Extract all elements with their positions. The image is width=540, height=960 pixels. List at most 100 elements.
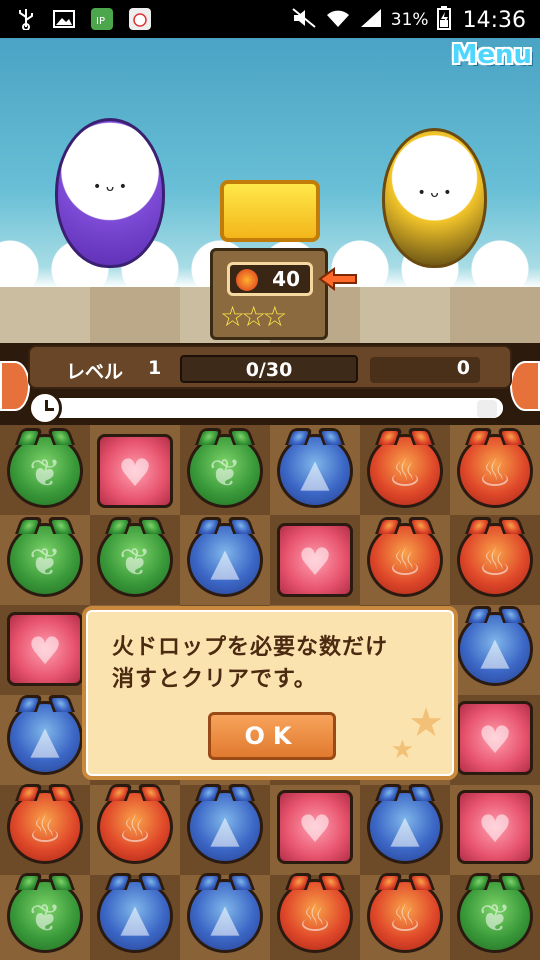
cat-app-icon bbox=[128, 7, 152, 31]
board-cell[interactable]: ▲ bbox=[180, 514, 270, 603]
fire-drop[interactable]: ♨ bbox=[367, 434, 443, 508]
fire-drop[interactable]: ♨ bbox=[277, 879, 353, 953]
fire-drop[interactable]: ♨ bbox=[7, 790, 83, 864]
board-cell[interactable]: ♥ bbox=[450, 692, 540, 781]
wood-drop[interactable]: ❦ bbox=[7, 879, 83, 953]
heart-drop[interactable]: ♥ bbox=[457, 790, 533, 864]
board-cell[interactable]: ♨ bbox=[360, 514, 450, 603]
wood-drop[interactable]: ❦ bbox=[457, 879, 533, 953]
water-drop-icon: ▲ bbox=[480, 629, 510, 673]
battery-percent: 31% bbox=[390, 10, 429, 30]
board-cell[interactable]: ♥ bbox=[0, 603, 90, 692]
dialog-message-line2: 消すとクリアです。 bbox=[112, 667, 317, 692]
svg-text:IP: IP bbox=[96, 16, 105, 27]
water-drop[interactable]: ▲ bbox=[277, 434, 353, 508]
board-cell[interactable]: ❦ bbox=[450, 870, 540, 959]
water-drop[interactable]: ▲ bbox=[457, 612, 533, 686]
fire-drop[interactable]: ♨ bbox=[457, 434, 533, 508]
water-drop-icon: ▲ bbox=[390, 807, 420, 851]
board-cell[interactable]: ♨ bbox=[270, 870, 360, 959]
wood-drop-icon: ❦ bbox=[29, 451, 61, 495]
water-drop-icon: ▲ bbox=[120, 896, 150, 940]
neon-star-icon: ☆☆☆ bbox=[220, 300, 287, 333]
fire-drop-icon: ♨ bbox=[297, 896, 333, 940]
heart-drop-icon: ♥ bbox=[27, 629, 63, 673]
ip-app-icon: IP bbox=[90, 7, 114, 31]
heart-drop[interactable]: ♥ bbox=[277, 790, 353, 864]
board-cell[interactable]: ♨ bbox=[360, 870, 450, 959]
board-cell[interactable]: ❦ bbox=[0, 425, 90, 514]
water-drop[interactable]: ▲ bbox=[187, 879, 263, 953]
fire-drop-icon: ♨ bbox=[387, 896, 423, 940]
wood-drop[interactable]: ❦ bbox=[7, 434, 83, 508]
board-cell[interactable]: ▲ bbox=[180, 781, 270, 870]
fire-drop[interactable]: ♨ bbox=[367, 879, 443, 953]
fire-drop-icon: ♨ bbox=[387, 540, 423, 584]
board-cell[interactable]: ▲ bbox=[0, 692, 90, 781]
board-cell[interactable]: ▲ bbox=[360, 781, 450, 870]
board-cell[interactable]: ♨ bbox=[360, 425, 450, 514]
heart-drop-icon: ♥ bbox=[117, 451, 153, 495]
water-drop-icon: ▲ bbox=[30, 718, 60, 762]
water-drop[interactable]: ▲ bbox=[97, 879, 173, 953]
fire-drop-icon: ♨ bbox=[117, 807, 153, 851]
heart-drop[interactable]: ♥ bbox=[97, 434, 173, 508]
water-drop[interactable]: ▲ bbox=[7, 701, 83, 775]
board-cell[interactable]: ♨ bbox=[450, 514, 540, 603]
character-face-icon: • ᴗ • bbox=[93, 178, 127, 195]
board-cell[interactable]: ❦ bbox=[180, 425, 270, 514]
board-cell[interactable]: ♨ bbox=[450, 425, 540, 514]
heart-drop[interactable]: ♥ bbox=[457, 701, 533, 775]
dialog-message: 火ドロップを必要な数だけ 消すとクリアです。 bbox=[112, 632, 442, 696]
fire-drop-icon bbox=[236, 269, 258, 291]
board-cell[interactable]: ♨ bbox=[0, 781, 90, 870]
board-cell[interactable]: ♥ bbox=[90, 425, 180, 514]
status-bar: IP 31% 14:36 bbox=[0, 0, 540, 38]
fire-drop-icon: ♨ bbox=[27, 807, 63, 851]
wood-drop[interactable]: ❦ bbox=[187, 434, 263, 508]
arrow-left-icon bbox=[318, 267, 357, 291]
menu-button[interactable]: Menu bbox=[451, 40, 532, 70]
water-drop[interactable]: ▲ bbox=[187, 523, 263, 597]
mute-icon bbox=[291, 7, 317, 33]
fire-drop-icon: ♨ bbox=[387, 451, 423, 495]
ok-button[interactable]: OK bbox=[208, 712, 336, 760]
wifi-icon bbox=[325, 7, 351, 33]
clock-time: 14:36 bbox=[462, 7, 526, 33]
goal-counter: 40 bbox=[227, 262, 313, 296]
board-cell[interactable]: ❦ bbox=[0, 870, 90, 959]
fire-drop[interactable]: ♨ bbox=[367, 523, 443, 597]
right-wing-decoration bbox=[510, 361, 540, 411]
fire-drop[interactable]: ♨ bbox=[97, 790, 173, 864]
fire-drop[interactable]: ♨ bbox=[457, 523, 533, 597]
board-cell[interactable]: ♥ bbox=[450, 781, 540, 870]
board-cell[interactable]: ♥ bbox=[270, 514, 360, 603]
rival-character: • ᴗ • bbox=[382, 128, 487, 268]
wood-drop-icon: ❦ bbox=[119, 540, 151, 584]
board-cell[interactable]: ▲ bbox=[270, 425, 360, 514]
wood-drop-icon: ❦ bbox=[29, 540, 61, 584]
board-cell[interactable]: ❦ bbox=[0, 514, 90, 603]
wood-drop-icon: ❦ bbox=[479, 896, 511, 940]
wood-drop-icon: ❦ bbox=[29, 896, 61, 940]
wood-drop[interactable]: ❦ bbox=[7, 523, 83, 597]
heart-drop[interactable]: ♥ bbox=[7, 612, 83, 686]
board-cell[interactable]: ▲ bbox=[180, 870, 270, 959]
board-cell[interactable]: ❦ bbox=[90, 514, 180, 603]
water-drop-icon: ▲ bbox=[210, 807, 240, 851]
board-cell[interactable]: ♥ bbox=[270, 781, 360, 870]
heart-drop-icon: ♥ bbox=[297, 807, 333, 851]
instruction-dialog: 火ドロップを必要な数だけ 消すとクリアです。 OK ★ ★ bbox=[82, 606, 458, 780]
water-drop[interactable]: ▲ bbox=[187, 790, 263, 864]
heart-drop[interactable]: ♥ bbox=[277, 523, 353, 597]
goal-count: 40 bbox=[272, 267, 300, 291]
water-drop[interactable]: ▲ bbox=[367, 790, 443, 864]
signal-icon bbox=[359, 7, 383, 33]
water-drop-icon: ▲ bbox=[210, 540, 240, 584]
board-cell[interactable]: ♨ bbox=[90, 781, 180, 870]
wood-drop[interactable]: ❦ bbox=[97, 523, 173, 597]
board-cell[interactable]: ▲ bbox=[90, 870, 180, 959]
board-cell[interactable]: ▲ bbox=[450, 603, 540, 692]
clock-icon bbox=[28, 391, 62, 425]
goal-progress: 0/30 bbox=[180, 355, 358, 383]
